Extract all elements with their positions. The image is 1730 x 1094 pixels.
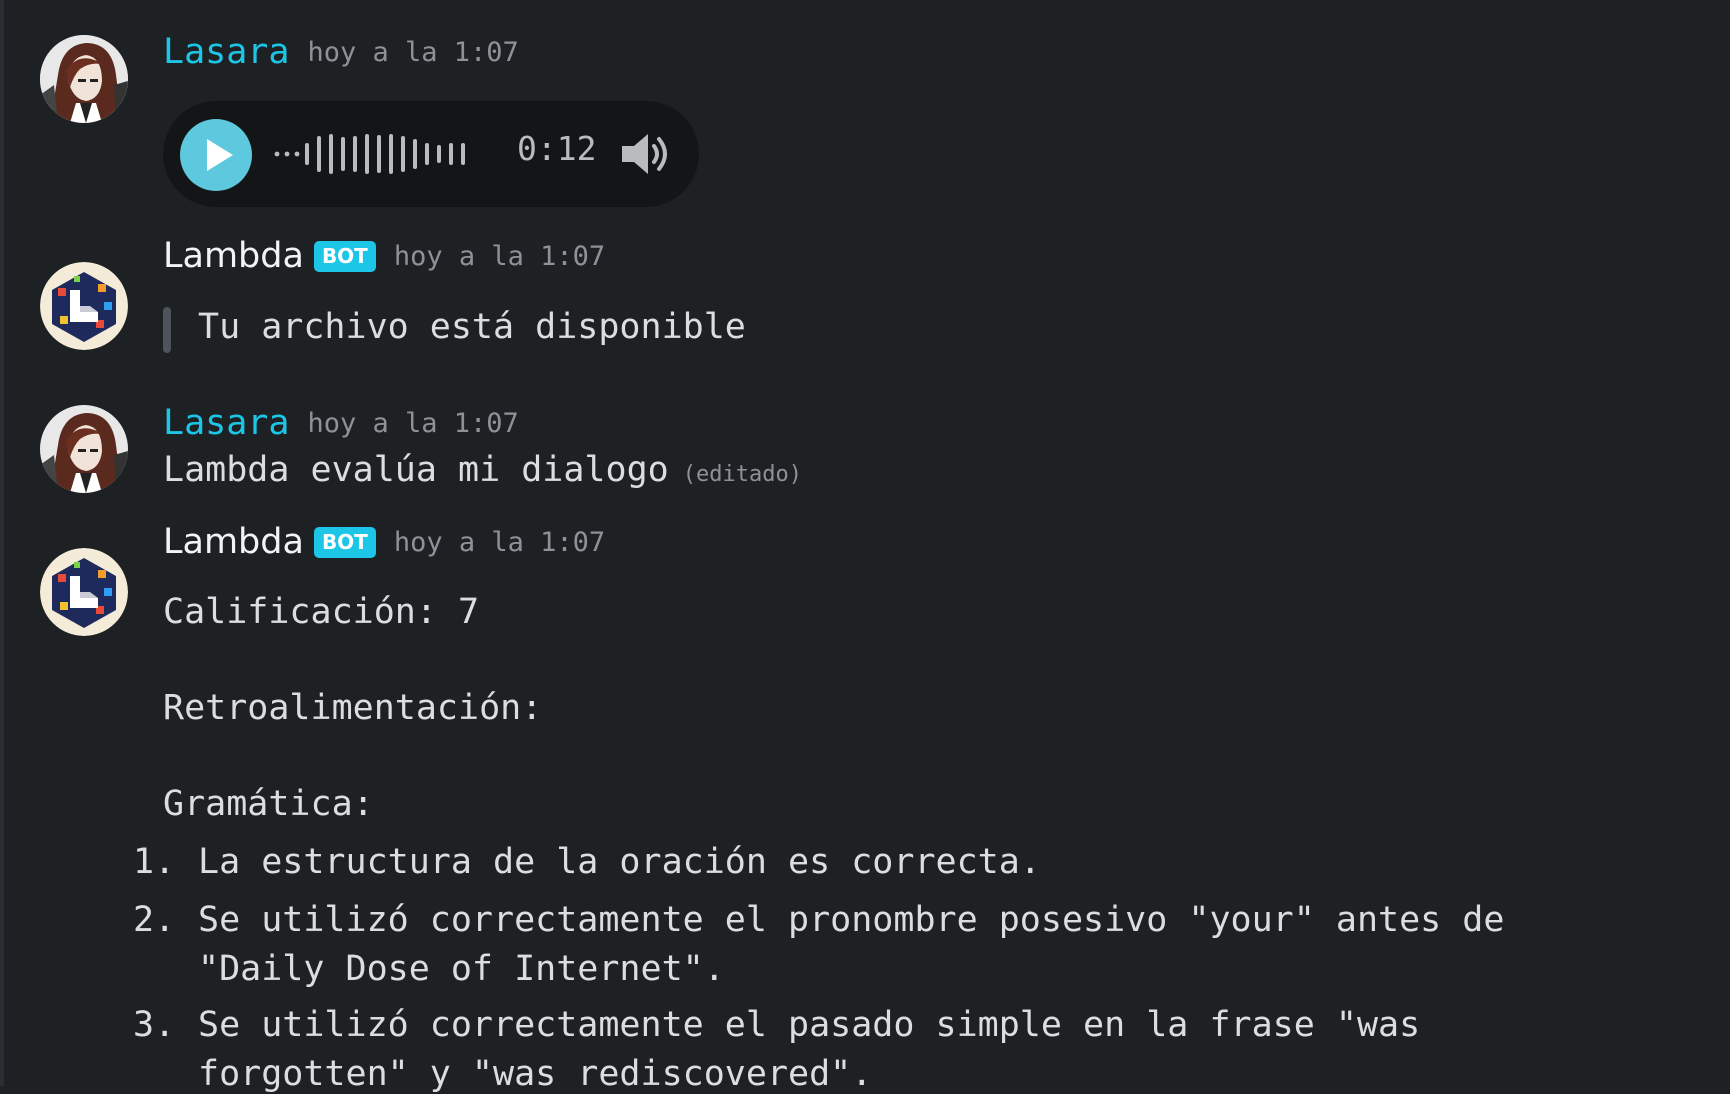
avatar-lasara-image bbox=[40, 405, 128, 493]
list-number: 3. bbox=[133, 1005, 176, 1045]
avatar-lambda-image bbox=[40, 548, 128, 636]
avatar-lasara[interactable] bbox=[40, 35, 128, 123]
timestamp: hoy a la 1:07 bbox=[307, 36, 519, 68]
avatar-lasara[interactable] bbox=[40, 405, 128, 493]
waveform[interactable] bbox=[273, 131, 483, 177]
username-lambda[interactable]: Lambda bbox=[163, 522, 304, 562]
play-button[interactable] bbox=[180, 119, 252, 191]
bot-badge: BOT bbox=[313, 526, 376, 558]
list-text: forgotten" y "was rediscovered". bbox=[198, 1054, 873, 1094]
list-text: "Daily Dose of Internet". bbox=[198, 949, 725, 989]
username-lasara[interactable]: Lasara bbox=[163, 32, 289, 72]
list-text: La estructura de la oración es correcta. bbox=[198, 842, 1041, 882]
avatar-lambda-image bbox=[40, 262, 128, 350]
quote-bar bbox=[163, 307, 171, 353]
message-header: Lasara hoy a la 1:07 bbox=[163, 30, 519, 74]
message-header: Lambda BOT hoy a la 1:07 bbox=[163, 234, 605, 278]
message-header: Lambda BOT hoy a la 1:07 bbox=[163, 520, 605, 564]
feedback-heading: Retroalimentación: bbox=[163, 688, 543, 728]
volume-icon[interactable] bbox=[620, 129, 676, 179]
timestamp: hoy a la 1:07 bbox=[393, 526, 606, 558]
list-number: 1. bbox=[133, 842, 176, 882]
username-lambda[interactable]: Lambda bbox=[163, 236, 304, 276]
avatar-lambda[interactable] bbox=[40, 262, 128, 350]
message-content: Lambda evalúa mi dialogo bbox=[163, 450, 669, 490]
username-lasara[interactable]: Lasara bbox=[163, 403, 289, 443]
audio-duration: 0:12 bbox=[517, 129, 597, 168]
grade-line: Calificación: 7 bbox=[163, 592, 480, 632]
left-edge-divider bbox=[0, 0, 4, 1086]
timestamp: hoy a la 1:07 bbox=[393, 240, 606, 272]
list-text: Se utilizó correctamente el pasado simpl… bbox=[198, 1005, 1421, 1045]
grammar-heading: Gramática: bbox=[163, 784, 374, 824]
avatar-lasara-image bbox=[40, 35, 128, 123]
edited-label: (editado) bbox=[682, 462, 802, 487]
message-header: Lasara hoy a la 1:07 bbox=[163, 401, 519, 445]
timestamp: hoy a la 1:07 bbox=[307, 407, 519, 439]
list-text: Se utilizó correctamente el pronombre po… bbox=[198, 900, 1505, 940]
list-number: 2. bbox=[133, 900, 176, 940]
message-text: Lambda evalúa mi dialogo (editado) bbox=[163, 450, 802, 490]
voice-message-player: 0:12 bbox=[163, 101, 699, 207]
quote-text: Tu archivo está disponible bbox=[198, 307, 746, 347]
avatar-lambda[interactable] bbox=[40, 548, 128, 636]
bot-badge: BOT bbox=[313, 240, 376, 272]
play-icon bbox=[207, 139, 233, 171]
